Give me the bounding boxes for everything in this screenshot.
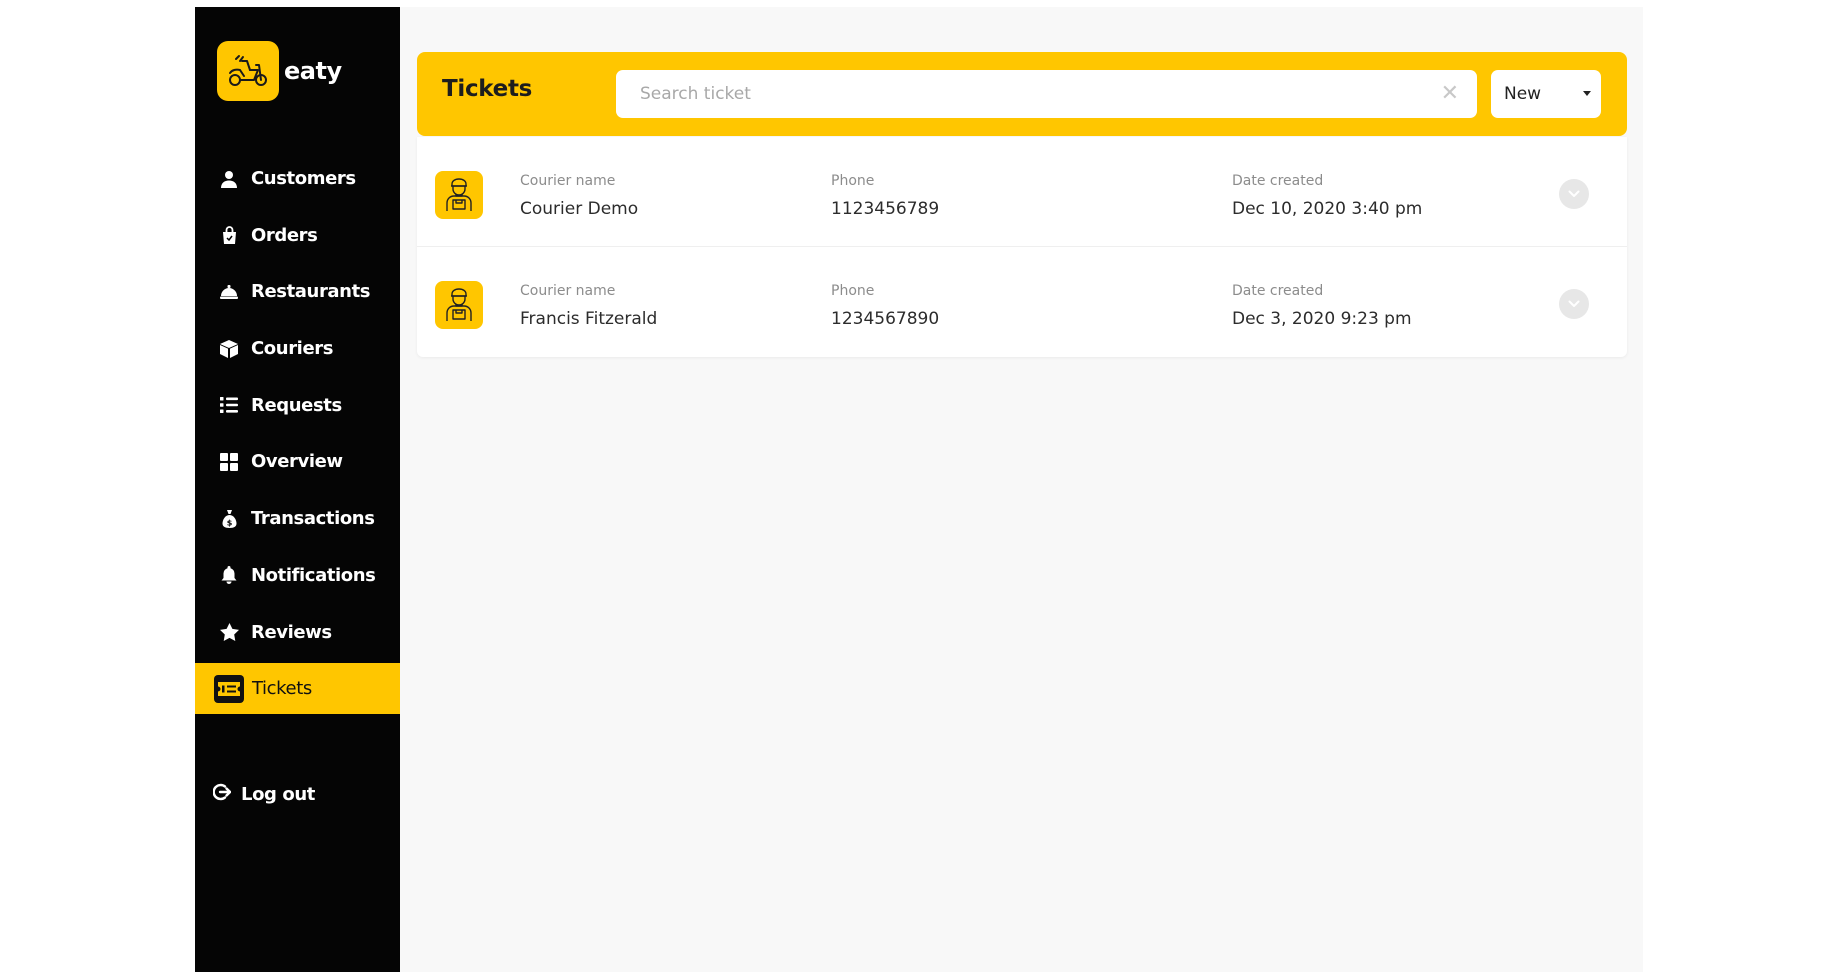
date-created-label: Date created: [1232, 173, 1324, 189]
chevron-down-icon: [1568, 300, 1580, 307]
ticket-row[interactable]: Courier name Francis Fitzerald Phone 123…: [417, 247, 1627, 357]
courier-name-label: Courier name: [520, 173, 616, 189]
sidebar-item-customers[interactable]: Customers: [195, 153, 400, 204]
status-filter-select[interactable]: New: [1491, 70, 1601, 118]
expand-button[interactable]: [1559, 289, 1589, 319]
list-icon: [219, 395, 239, 415]
phone-label: Phone: [831, 283, 875, 299]
sidebar-item-label: Orders: [251, 224, 318, 246]
phone-field: Phone 1234567890: [831, 283, 939, 329]
courier-name-field: Courier name Courier Demo: [520, 173, 638, 219]
sidebar-item-transactions[interactable]: $ Transactions: [195, 493, 400, 544]
box-icon: [219, 339, 239, 359]
phone-label: Phone: [831, 173, 875, 189]
sidebar-item-restaurants[interactable]: Restaurants: [195, 266, 400, 317]
logout-icon: [212, 783, 232, 806]
expand-button[interactable]: [1559, 179, 1589, 209]
page-header: Tickets ✕ New: [417, 52, 1627, 136]
courier-name-label: Courier name: [520, 283, 616, 299]
ticket-row[interactable]: Courier name Courier Demo Phone 11234567…: [417, 137, 1627, 247]
sidebar-item-label: Overview: [251, 451, 343, 473]
sidebar-item-label: Customers: [251, 168, 356, 189]
scooter-icon: [217, 41, 279, 101]
brand[interactable]: eaty: [217, 41, 342, 101]
date-created-label: Date created: [1232, 283, 1324, 299]
sidebar-item-label: Tickets: [252, 678, 312, 700]
user-icon: [219, 169, 239, 189]
phone-value: 1234567890: [831, 309, 940, 329]
sidebar-item-overview[interactable]: Overview: [195, 436, 400, 487]
sidebar-nav: Customers Orders Restaurants Couriers Re…: [195, 153, 400, 720]
sidebar-item-notifications[interactable]: Notifications: [195, 550, 400, 601]
date-created-value: Dec 3, 2020 9:23 pm: [1232, 309, 1412, 329]
courier-name-value: Francis Fitzerald: [520, 309, 658, 329]
sidebar-item-label: Requests: [251, 394, 342, 416]
app-frame: eaty Customers Orders Restaurants Courie…: [195, 7, 1643, 972]
shopping-bag-icon: [219, 225, 239, 245]
bell-icon: [219, 565, 239, 585]
sidebar-item-couriers[interactable]: Couriers: [195, 323, 400, 374]
page-title: Tickets: [442, 76, 533, 102]
sidebar-item-requests[interactable]: Requests: [195, 380, 400, 431]
sidebar-item-label: Transactions: [251, 508, 375, 530]
close-icon[interactable]: ✕: [1441, 81, 1459, 105]
date-created-value: Dec 10, 2020 3:40 pm: [1232, 199, 1423, 219]
sidebar-item-label: Restaurants: [251, 281, 371, 303]
logout-button[interactable]: Log out: [212, 783, 315, 806]
search-box: ✕: [616, 70, 1477, 118]
money-bag-icon: $: [219, 509, 239, 529]
sidebar-item-label: Reviews: [251, 621, 332, 643]
svg-text:$: $: [226, 518, 232, 527]
sidebar: eaty Customers Orders Restaurants Courie…: [195, 7, 400, 972]
grid-icon: [219, 452, 239, 472]
caret-down-icon: [1583, 91, 1591, 96]
sidebar-item-tickets[interactable]: Tickets: [195, 663, 400, 715]
status-filter-value: New: [1504, 84, 1542, 104]
date-created-field: Date created Dec 10, 2020 3:40 pm: [1232, 173, 1422, 219]
phone-value: 1123456789: [831, 199, 940, 219]
date-created-field: Date created Dec 3, 2020 9:23 pm: [1232, 283, 1412, 329]
courier-avatar-icon: [435, 171, 483, 219]
brand-name: eaty: [284, 57, 342, 85]
chevron-down-icon: [1568, 190, 1580, 197]
sidebar-item-label: Couriers: [251, 338, 334, 360]
cloche-icon: [219, 282, 239, 302]
ticket-icon: [214, 674, 244, 703]
logout-label: Log out: [241, 784, 315, 805]
courier-avatar-icon: [435, 281, 483, 329]
ticket-list: Courier name Courier Demo Phone 11234567…: [417, 137, 1627, 357]
sidebar-item-reviews[interactable]: Reviews: [195, 607, 400, 658]
sidebar-item-orders[interactable]: Orders: [195, 210, 400, 261]
courier-name-value: Courier Demo: [520, 199, 639, 219]
phone-field: Phone 1123456789: [831, 173, 939, 219]
sidebar-item-label: Notifications: [251, 564, 376, 586]
search-input[interactable]: [616, 70, 1477, 118]
courier-name-field: Courier name Francis Fitzerald: [520, 283, 657, 329]
star-icon: [219, 622, 239, 642]
